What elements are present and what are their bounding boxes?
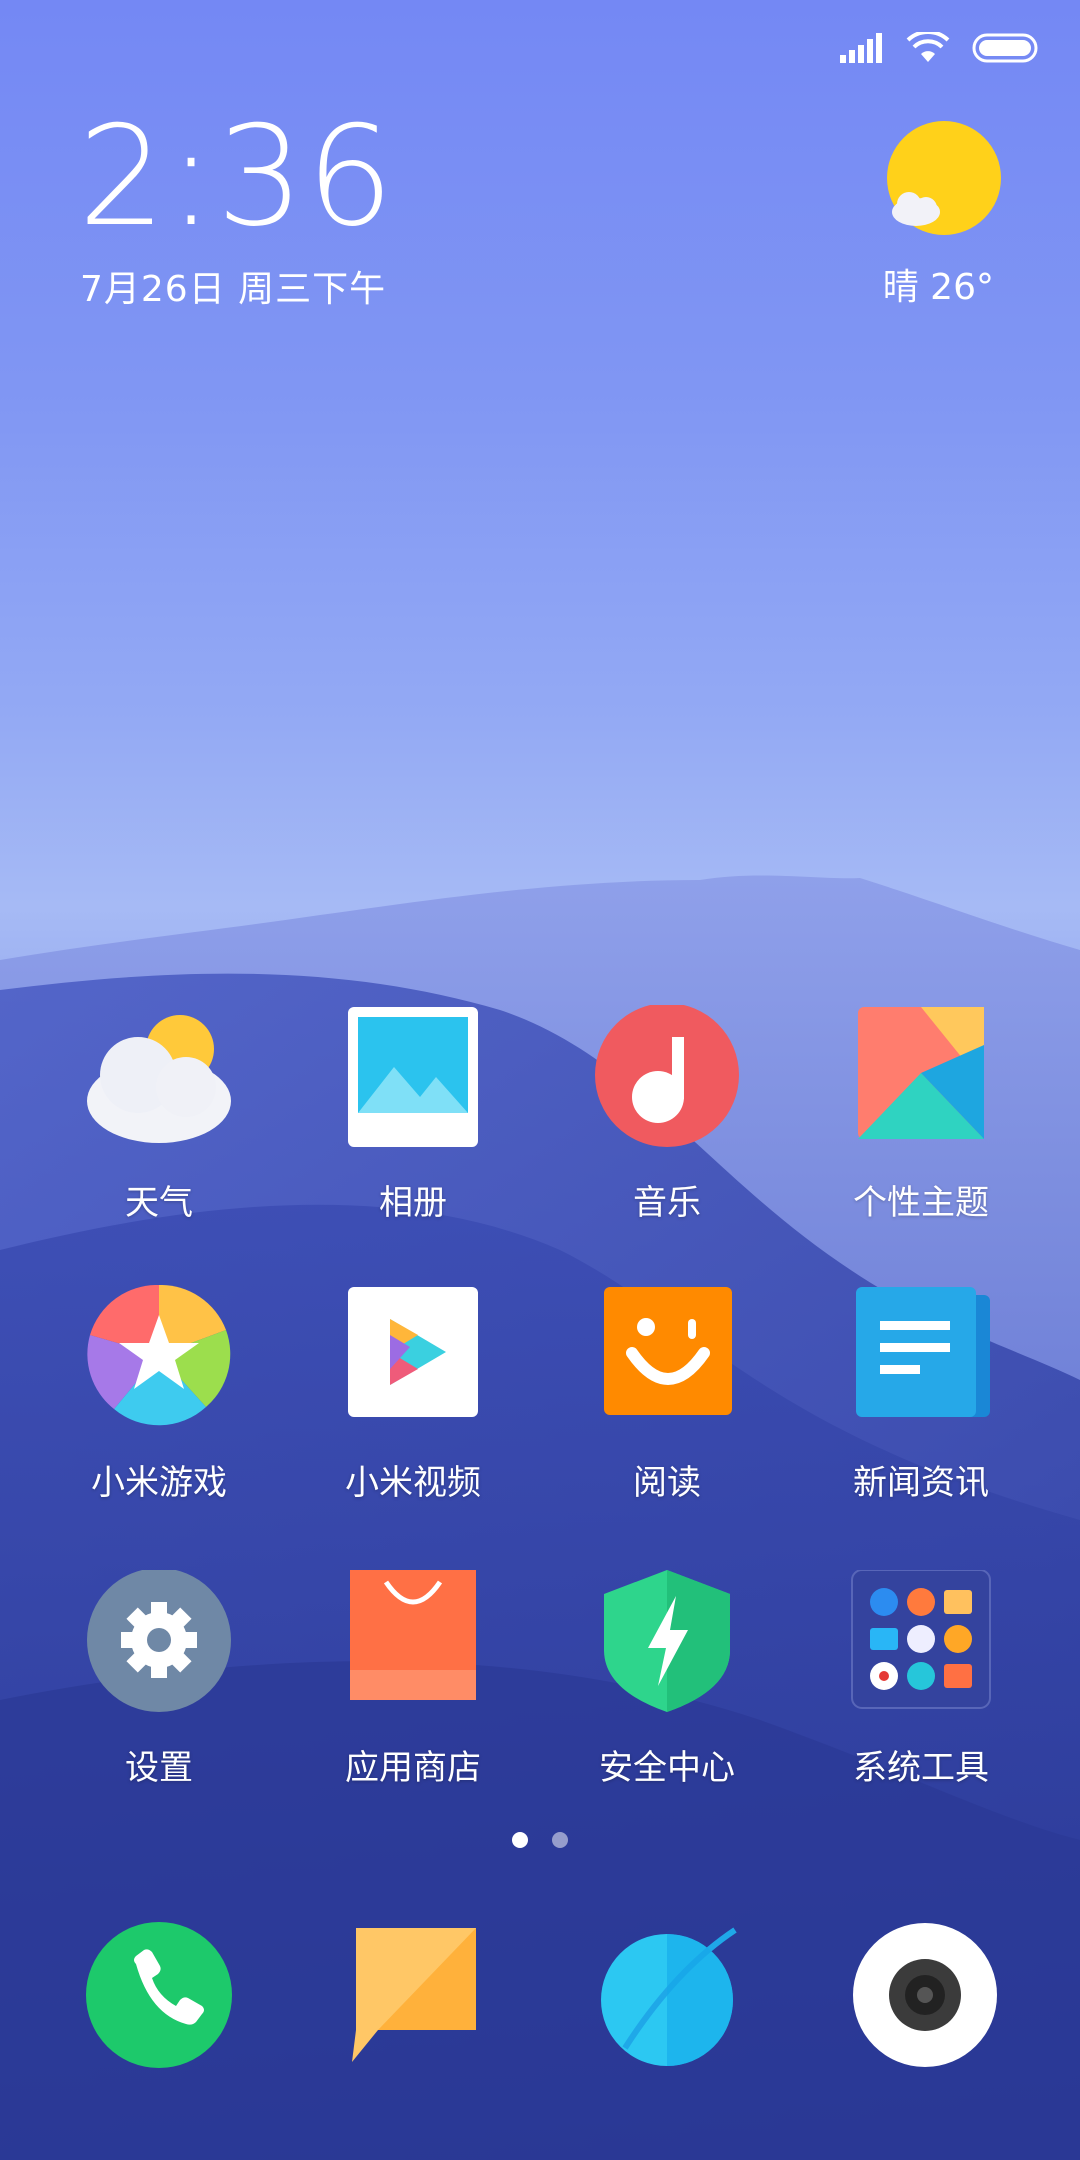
security-icon [604, 1570, 730, 1712]
battery-icon [972, 33, 1038, 63]
app-weather[interactable]: 天气 [49, 1005, 269, 1224]
app-store-icon [350, 1570, 476, 1700]
page-dot-active[interactable] [512, 1832, 528, 1848]
video-icon [348, 1287, 478, 1417]
messages-icon[interactable] [338, 1920, 488, 2070]
clock-time[interactable]: 2:36 [78, 108, 396, 246]
app-label: 安全中心 [599, 1748, 735, 1788]
app-gallery[interactable]: 相册 [303, 1005, 523, 1224]
app-video[interactable]: 小米视频 [303, 1285, 523, 1504]
app-label: 设置 [125, 1748, 193, 1788]
app-label: 相册 [379, 1183, 447, 1223]
app-label: 天气 [125, 1183, 193, 1223]
wifi-icon [906, 32, 950, 62]
reading-icon [604, 1287, 732, 1415]
app-label: 个性主题 [853, 1183, 989, 1223]
phone-icon[interactable] [84, 1920, 234, 2070]
camera-icon[interactable] [850, 1920, 1000, 2070]
weather-text[interactable]: 晴 26° [883, 258, 994, 310]
music-icon [595, 1005, 739, 1147]
signal-icon [840, 33, 882, 63]
app-games[interactable]: 小米游戏 [49, 1285, 269, 1504]
sun-cloud-icon[interactable] [882, 120, 1002, 240]
app-label: 应用商店 [345, 1748, 481, 1788]
clock-date[interactable]: 7月26日 周三下午 [80, 260, 386, 312]
app-label: 系统工具 [853, 1748, 989, 1788]
gallery-icon [348, 1007, 478, 1147]
app-label: 小米视频 [345, 1463, 481, 1503]
app-news[interactable]: 新闻资讯 [811, 1285, 1031, 1504]
app-label: 小米游戏 [91, 1463, 227, 1503]
app-reading[interactable]: 阅读 [557, 1285, 777, 1504]
app-security[interactable]: 安全中心 [557, 1570, 777, 1789]
status-bar [840, 28, 1038, 68]
weather-icon [87, 1015, 231, 1143]
app-label: 新闻资讯 [853, 1463, 989, 1503]
settings-icon [87, 1570, 231, 1712]
page-indicator[interactable] [0, 1832, 1080, 1848]
news-icon [856, 1287, 990, 1417]
app-label: 阅读 [633, 1463, 701, 1503]
browser-icon[interactable] [595, 1920, 745, 2070]
app-store[interactable]: 应用商店 [303, 1570, 523, 1789]
app-themes[interactable]: 个性主题 [811, 1005, 1031, 1224]
page-dot[interactable] [552, 1832, 568, 1848]
app-settings[interactable]: 设置 [49, 1570, 269, 1789]
games-icon [87, 1285, 231, 1426]
app-music[interactable]: 音乐 [557, 1005, 777, 1224]
folder-system-tools[interactable]: 系统工具 [811, 1570, 1031, 1789]
system-tools-folder-icon [851, 1570, 991, 1709]
app-label: 音乐 [633, 1183, 701, 1223]
themes-icon [858, 1007, 984, 1139]
